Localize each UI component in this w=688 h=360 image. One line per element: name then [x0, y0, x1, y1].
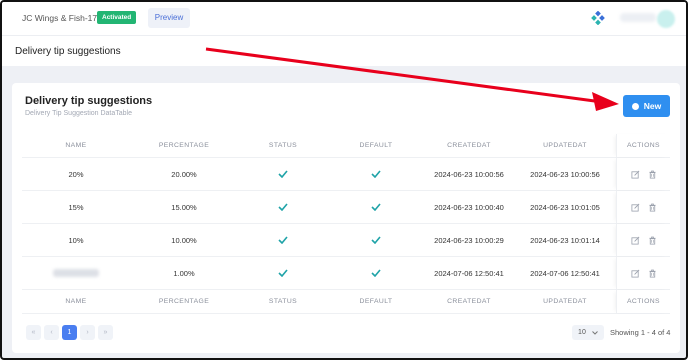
- delete-icon[interactable]: [648, 203, 657, 212]
- cell-actions: [616, 257, 670, 289]
- prev-page-button[interactable]: ‹: [44, 325, 59, 340]
- cell-default: [328, 191, 424, 223]
- redacted-name: [53, 269, 99, 277]
- first-page-button[interactable]: «: [26, 325, 41, 340]
- check-icon: [371, 269, 381, 277]
- check-icon: [371, 203, 381, 211]
- cell-createdat: 2024-06-23 10:00:40: [434, 202, 504, 212]
- delete-icon[interactable]: [648, 236, 657, 245]
- delete-icon[interactable]: [648, 170, 657, 179]
- cell-name: 15%: [68, 202, 84, 212]
- cell-updatedat: 2024-06-23 10:01:14: [530, 235, 600, 245]
- user-name-redacted[interactable]: [620, 13, 656, 22]
- edit-icon[interactable]: [630, 170, 640, 179]
- column-header-actions[interactable]: ACTIONS: [616, 134, 670, 157]
- check-icon: [371, 170, 381, 178]
- new-button[interactable]: New: [623, 95, 670, 117]
- card-subtitle: Delivery Tip Suggestion DataTable: [25, 110, 133, 117]
- app-window: JC Wings & Fish-174 Activated Preview De…: [0, 0, 688, 360]
- edit-icon[interactable]: [630, 269, 640, 278]
- cell-status: [238, 158, 328, 190]
- cell-default: [328, 158, 424, 190]
- showing-count: Showing 1 - 4 of 4: [610, 328, 671, 337]
- column-header-percentage[interactable]: PERCENTAGE: [130, 290, 238, 313]
- status-badge: Activated: [97, 11, 137, 24]
- table-footer: NAME PERCENTAGE STATUS DEFAULT CREATEDAT UPDA…: [22, 290, 670, 314]
- app-logo-icon: [591, 11, 605, 25]
- column-header-default[interactable]: DEFAULT: [328, 134, 424, 157]
- chevron-down-icon: [592, 330, 598, 335]
- cell-default: [328, 224, 424, 256]
- avatar[interactable]: [657, 10, 675, 28]
- per-page-select[interactable]: 10: [572, 325, 604, 340]
- table-header: NAME PERCENTAGE STATUS DEFAULT CREATEDAT UPDA…: [22, 134, 670, 158]
- data-table: NAME PERCENTAGE STATUS DEFAULT CREATEDAT UPDA…: [22, 134, 670, 314]
- cell-name: [22, 257, 130, 289]
- cell-percentage: 15.00%: [171, 202, 197, 212]
- last-page-button[interactable]: »: [98, 325, 113, 340]
- cell-name: 20%: [68, 169, 84, 179]
- check-icon: [278, 170, 288, 178]
- edit-icon[interactable]: [630, 203, 640, 212]
- cell-actions: [616, 224, 670, 256]
- next-page-button[interactable]: ›: [80, 325, 95, 340]
- cell-createdat: 2024-06-23 10:00:29: [434, 235, 504, 245]
- store-name: JC Wings & Fish-174: [22, 13, 102, 23]
- top-bar: JC Wings & Fish-174 Activated Preview: [2, 2, 686, 36]
- column-header-status[interactable]: STATUS: [238, 134, 328, 157]
- delete-icon[interactable]: [648, 269, 657, 278]
- cell-updatedat: 2024-06-23 10:01:05: [530, 202, 600, 212]
- cell-createdat: 2024-07-06 12:50:41: [434, 268, 504, 278]
- table-row[interactable]: 15% 15.00% 2024-06-23 10:00:40 2024-06-23 1…: [22, 191, 670, 224]
- check-icon: [278, 236, 288, 244]
- cell-actions: [616, 158, 670, 190]
- datatable-card: Delivery tip suggestions Delivery Tip Su…: [12, 83, 680, 353]
- cell-status: [238, 224, 328, 256]
- page-title: Delivery tip suggestions: [15, 46, 121, 57]
- cell-status: [238, 257, 328, 289]
- cell-percentage: 20.00%: [171, 169, 197, 179]
- page-header: Delivery tip suggestions: [2, 36, 686, 66]
- column-header-percentage[interactable]: PERCENTAGE: [130, 134, 238, 157]
- card-title: Delivery tip suggestions: [25, 95, 153, 107]
- cell-status: [238, 191, 328, 223]
- column-header-updatedat[interactable]: UPDATEDAT: [514, 290, 616, 313]
- cell-updatedat: 2024-06-23 10:00:56: [530, 169, 600, 179]
- table-row[interactable]: 20% 20.00% 2024-06-23 10:00:56 2024-06-23 1…: [22, 158, 670, 191]
- column-header-updatedat[interactable]: UPDATEDAT: [514, 134, 616, 157]
- pagination: « ‹ 1 › »: [26, 325, 113, 340]
- per-page-value: 10: [578, 329, 586, 336]
- cell-percentage: 1.00%: [173, 268, 195, 278]
- add-icon: [631, 102, 639, 110]
- column-header-default[interactable]: DEFAULT: [328, 290, 424, 313]
- column-header-createdat[interactable]: CREATEDAT: [424, 134, 514, 157]
- cell-name: 10%: [68, 235, 84, 245]
- column-header-actions[interactable]: ACTIONS: [616, 290, 670, 313]
- page-1-button[interactable]: 1: [62, 325, 77, 340]
- check-icon: [371, 236, 381, 244]
- column-header-name[interactable]: NAME: [22, 134, 130, 157]
- cell-percentage: 10.00%: [171, 235, 197, 245]
- check-icon: [278, 269, 288, 277]
- column-header-name[interactable]: NAME: [22, 290, 130, 313]
- preview-button[interactable]: Preview: [148, 8, 190, 28]
- table-row[interactable]: 10% 10.00% 2024-06-23 10:00:29 2024-06-23 1…: [22, 224, 670, 257]
- edit-icon[interactable]: [630, 236, 640, 245]
- cell-createdat: 2024-06-23 10:00:56: [434, 169, 504, 179]
- new-button-label: New: [643, 101, 662, 111]
- cell-updatedat: 2024-07-06 12:50:41: [530, 268, 600, 278]
- check-icon: [278, 203, 288, 211]
- column-header-status[interactable]: STATUS: [238, 290, 328, 313]
- column-header-createdat[interactable]: CREATEDAT: [424, 290, 514, 313]
- table-row[interactable]: 1.00% 2024-07-06 12:50:41 2024-07-06 12:50…: [22, 257, 670, 290]
- cell-actions: [616, 191, 670, 223]
- cell-default: [328, 257, 424, 289]
